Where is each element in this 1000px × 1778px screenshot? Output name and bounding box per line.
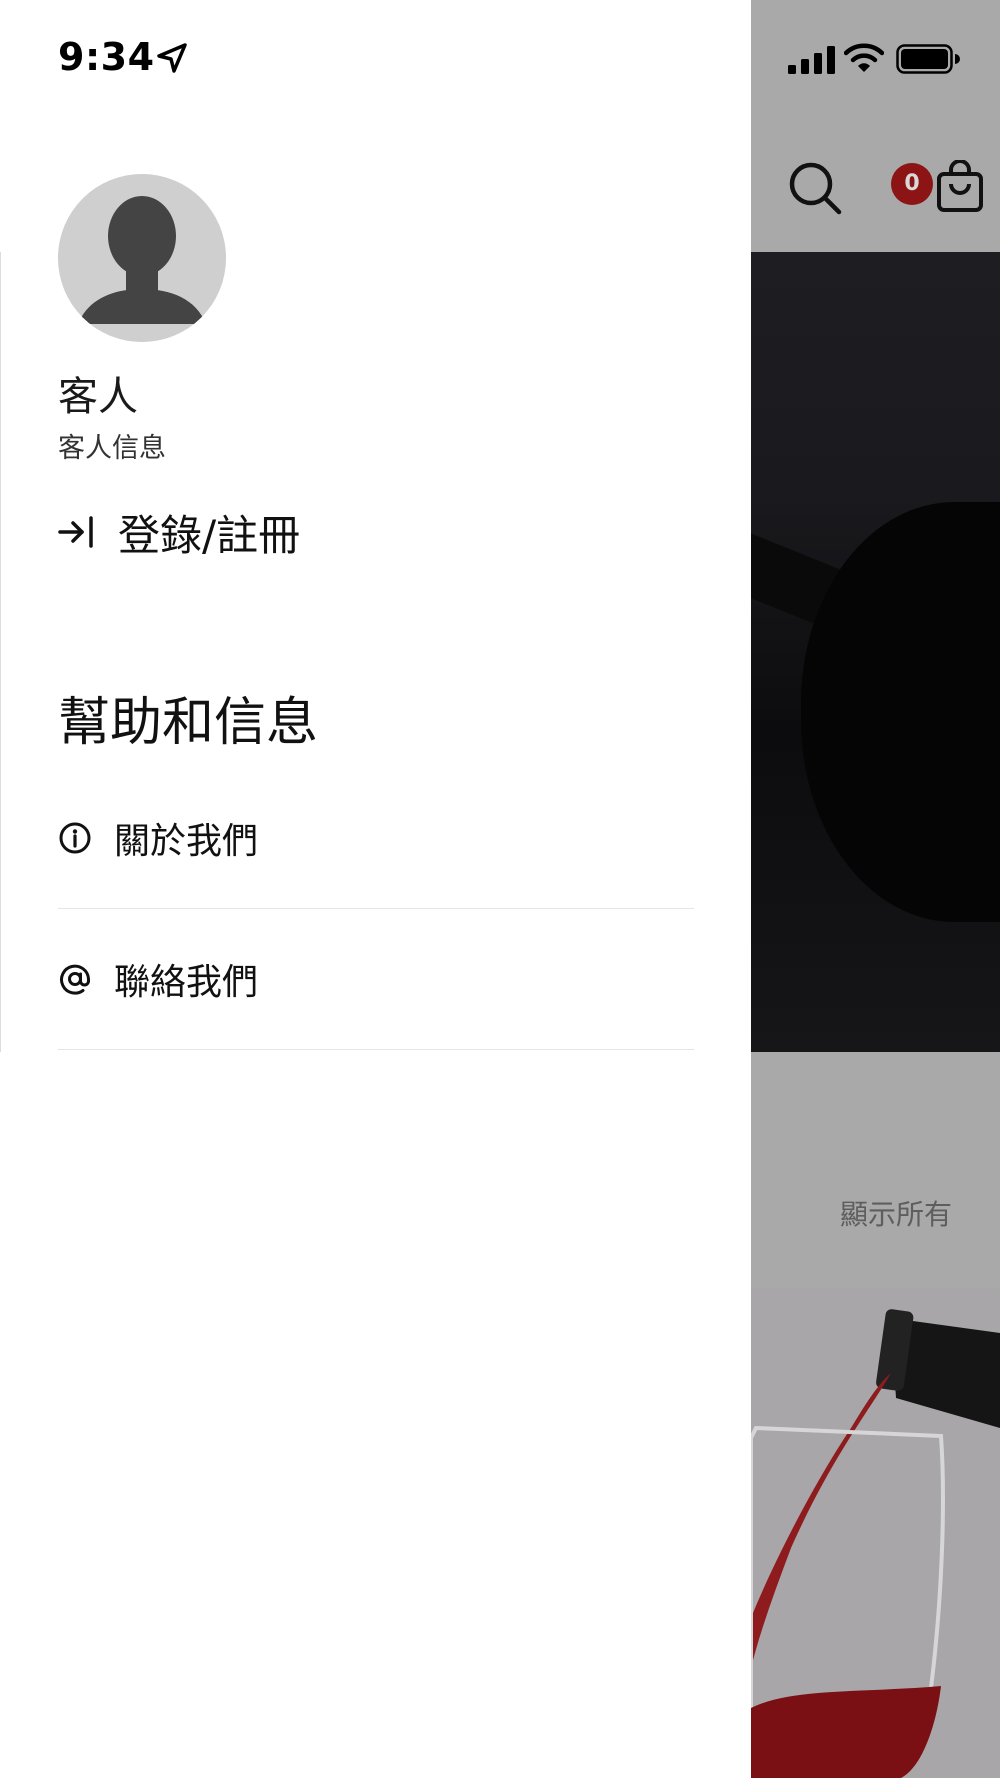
info-icon	[59, 822, 91, 854]
menu-item-label: 關於我們	[114, 821, 259, 862]
user-info-label: 客人信息	[58, 433, 166, 464]
login-register-button[interactable]: 登錄/註冊	[58, 502, 300, 562]
wine-pour-image[interactable]	[751, 1288, 1000, 1778]
wifi-icon	[844, 43, 884, 72]
search-icon[interactable]	[787, 160, 843, 216]
default-avatar-icon	[58, 174, 226, 342]
at-icon	[60, 964, 90, 995]
location-arrow-icon	[157, 43, 187, 73]
screen: 0 顯示所有 9:34 客人 客人信息 登錄/註冊 幫助和信息 關於我們 聯絡我…	[0, 0, 1000, 1778]
menu-item-label: 聯絡我們	[114, 962, 259, 1003]
status-time: 9:34	[58, 35, 155, 79]
login-register-label: 登錄/註冊	[118, 510, 301, 560]
shopping-bag-icon[interactable]	[935, 160, 985, 214]
background-app[interactable]: 0 顯示所有	[751, 0, 1000, 1778]
drawer-divider	[0, 252, 1, 1052]
login-arrow-icon	[58, 516, 93, 548]
cellular-signal-icon	[788, 46, 835, 74]
background-header: 0	[751, 0, 1000, 252]
side-drawer: 9:34 客人 客人信息 登錄/註冊 幫助和信息 關於我們 聯絡我們	[0, 0, 751, 1778]
avatar[interactable]	[58, 174, 226, 342]
section-header	[751, 1052, 1000, 1288]
help-section-heading: 幫助和信息	[58, 693, 319, 753]
menu-item-contact-us[interactable]: 聯絡我們	[58, 909, 694, 1050]
user-name: 客人	[58, 374, 138, 420]
show-all-link[interactable]: 顯示所有	[840, 1193, 952, 1233]
battery-icon	[896, 44, 960, 74]
menu-item-about-us[interactable]: 關於我們	[58, 768, 694, 909]
hero-banner[interactable]	[751, 252, 1000, 1052]
cart-count-badge: 0	[891, 163, 933, 205]
wine-pour-illustration	[751, 1288, 1000, 1778]
